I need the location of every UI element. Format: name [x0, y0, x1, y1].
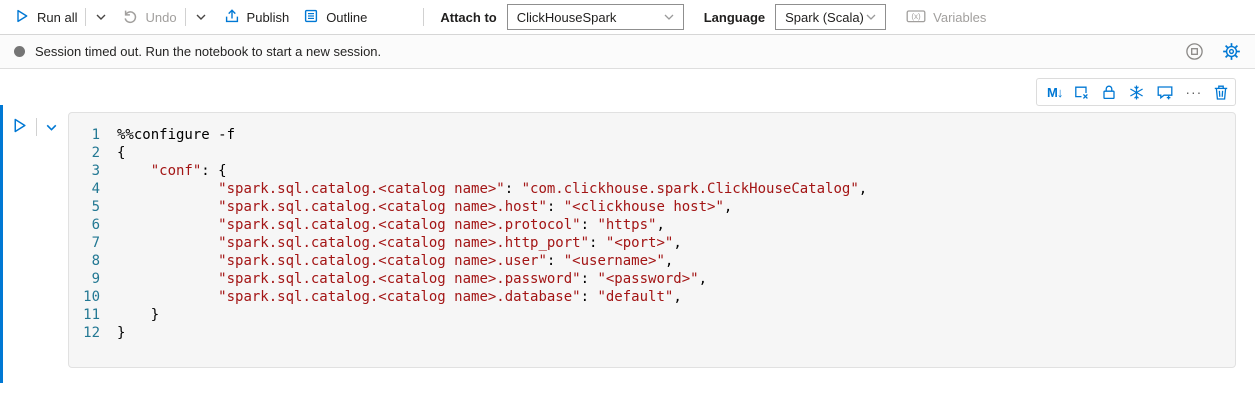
- line-number: 1: [69, 126, 117, 144]
- line-number: 8: [69, 252, 117, 270]
- code-line[interactable]: 7 "spark.sql.catalog.<catalog name>.http…: [69, 234, 1235, 252]
- add-comment-icon[interactable]: [1156, 84, 1174, 101]
- attach-to-label: Attach to: [440, 10, 496, 25]
- cell-controls-divider: [36, 118, 37, 136]
- run-all-label: Run all: [37, 10, 77, 25]
- delete-cell-icon[interactable]: [1213, 84, 1229, 101]
- run-all-button[interactable]: Run all: [14, 8, 77, 27]
- code-lines: 1%%configure -f2{3 "conf": {4 "spark.sql…: [69, 126, 1235, 342]
- code-text: "spark.sql.catalog.<catalog name>.http_p…: [117, 234, 682, 252]
- line-number: 6: [69, 216, 117, 234]
- attach-to-value: ClickHouseSpark: [517, 10, 617, 25]
- code-line[interactable]: 8 "spark.sql.catalog.<catalog name>.user…: [69, 252, 1235, 270]
- code-editor[interactable]: 1%%configure -f2{3 "conf": {4 "spark.sql…: [68, 112, 1236, 368]
- code-text: "conf": {: [117, 162, 227, 180]
- run-cell-button[interactable]: [11, 117, 28, 139]
- cell-focus-indicator: [0, 105, 3, 383]
- code-line[interactable]: 3 "conf": {: [69, 162, 1235, 180]
- variables-button[interactable]: (x) Variables: [906, 8, 986, 27]
- code-line[interactable]: 4 "spark.sql.catalog.<catalog name>": "c…: [69, 180, 1235, 198]
- code-text: }: [117, 324, 125, 342]
- chevron-down-icon: [864, 10, 878, 24]
- code-text: {: [117, 144, 125, 162]
- play-icon: [11, 117, 28, 134]
- session-status-dot-icon: [14, 46, 25, 57]
- code-line[interactable]: 1%%configure -f: [69, 126, 1235, 144]
- code-line[interactable]: 12}: [69, 324, 1235, 342]
- publish-label: Publish: [247, 10, 290, 25]
- lock-cell-icon[interactable]: [1101, 84, 1117, 101]
- convert-to-markdown-icon[interactable]: M↓: [1047, 85, 1062, 100]
- stop-session-icon[interactable]: [1185, 42, 1204, 61]
- code-text: "spark.sql.catalog.<catalog name>.passwo…: [117, 270, 707, 288]
- line-number: 10: [69, 288, 117, 306]
- code-line[interactable]: 6 "spark.sql.catalog.<catalog name>.prot…: [69, 216, 1235, 234]
- session-status-message: Session timed out. Run the notebook to s…: [35, 44, 381, 59]
- notebook-page: Run all Undo Publish Out: [0, 0, 1255, 407]
- line-number: 4: [69, 180, 117, 198]
- notebook-toolbar: Run all Undo Publish Out: [0, 0, 1255, 34]
- toolbar-divider: [423, 8, 424, 26]
- session-status-bar: Session timed out. Run the notebook to s…: [0, 34, 1255, 69]
- chevron-down-icon: [662, 10, 676, 24]
- toolbar-divider: [85, 8, 86, 26]
- session-settings-gear-icon[interactable]: [1222, 42, 1241, 61]
- code-text: "spark.sql.catalog.<catalog name>": "com…: [117, 180, 867, 198]
- variables-icon: (x): [906, 8, 926, 27]
- code-text: "spark.sql.catalog.<catalog name>.protoc…: [117, 216, 665, 234]
- language-value: Spark (Scala): [785, 10, 864, 25]
- undo-button[interactable]: Undo: [122, 8, 176, 27]
- variables-label: Variables: [933, 10, 986, 25]
- collapse-cell-chevron[interactable]: [44, 120, 59, 140]
- code-line[interactable]: 10 "spark.sql.catalog.<catalog name>.dat…: [69, 288, 1235, 306]
- code-line[interactable]: 11 }: [69, 306, 1235, 324]
- line-number: 5: [69, 198, 117, 216]
- freeze-cell-icon[interactable]: [1128, 84, 1145, 101]
- language-dropdown[interactable]: Spark (Scala): [775, 4, 886, 30]
- chevron-down-icon: [44, 120, 59, 135]
- publish-upload-icon: [224, 8, 240, 27]
- publish-button[interactable]: Publish: [224, 8, 290, 27]
- code-line[interactable]: 9 "spark.sql.catalog.<catalog name>.pass…: [69, 270, 1235, 288]
- outline-list-icon: [303, 8, 319, 27]
- run-all-play-icon: [14, 8, 30, 27]
- code-text: "spark.sql.catalog.<catalog name>.databa…: [117, 288, 682, 306]
- undo-label: Undo: [145, 10, 176, 25]
- code-line[interactable]: 5 "spark.sql.catalog.<catalog name>.host…: [69, 198, 1235, 216]
- cell-toolbar: M↓ ···: [1036, 78, 1236, 106]
- code-line[interactable]: 2{: [69, 144, 1235, 162]
- line-number: 9: [69, 270, 117, 288]
- code-text: "spark.sql.catalog.<catalog name>.user":…: [117, 252, 673, 270]
- outline-button[interactable]: Outline: [303, 8, 367, 27]
- undo-redo-chevron[interactable]: [194, 10, 208, 24]
- toolbar-divider: [185, 8, 186, 26]
- code-text: }: [117, 306, 159, 324]
- line-number: 3: [69, 162, 117, 180]
- line-number: 11: [69, 306, 117, 324]
- more-commands-icon[interactable]: ···: [1185, 87, 1202, 97]
- run-all-options-chevron[interactable]: [94, 10, 108, 24]
- line-number: 2: [69, 144, 117, 162]
- undo-icon: [122, 8, 138, 27]
- language-label: Language: [704, 10, 765, 25]
- outline-label: Outline: [326, 10, 367, 25]
- attach-to-dropdown[interactable]: ClickHouseSpark: [507, 4, 684, 30]
- svg-text:(x): (x): [911, 12, 921, 21]
- code-text: %%configure -f: [117, 126, 235, 144]
- line-number: 12: [69, 324, 117, 342]
- code-text: "spark.sql.catalog.<catalog name>.host":…: [117, 198, 732, 216]
- line-number: 7: [69, 234, 117, 252]
- clear-output-icon[interactable]: [1073, 84, 1090, 101]
- chevron-down-icon: [94, 10, 108, 24]
- chevron-down-icon: [194, 10, 208, 24]
